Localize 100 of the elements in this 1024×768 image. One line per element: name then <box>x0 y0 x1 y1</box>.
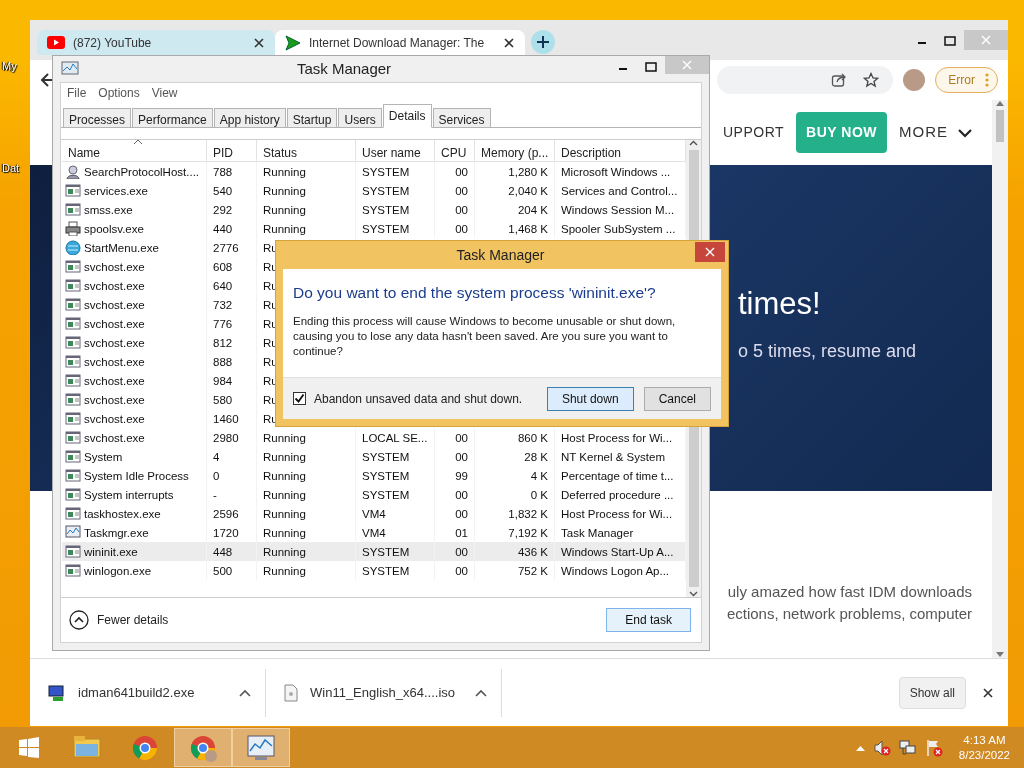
table-cell: 99 <box>435 466 475 486</box>
tab[interactable]: Services <box>432 108 491 128</box>
table-cell-text: svchost.exe <box>84 260 145 275</box>
table-cell-text: Taskmgr.exe <box>84 526 149 541</box>
table-cell: SYSTEM <box>356 447 435 467</box>
end-task-button[interactable]: End task <box>606 608 691 632</box>
hero-subtitle: o 5 times, resume and <box>738 340 918 364</box>
table-cell: 984 <box>207 371 257 391</box>
tab[interactable]: Processes <box>63 108 132 128</box>
process-row[interactable]: wininit.exe 448 Running SYSTEM 00 436 K Windows Start-Up A... <box>62 542 686 561</box>
table-cell: 732 <box>207 295 257 315</box>
process-row[interactable]: System 4 Running SYSTEM 00 28 K NT Kernel & System <box>62 447 686 466</box>
share-icon[interactable] <box>831 72 848 88</box>
process-row[interactable]: svchost.exe 2980 Running LOCAL SE... 00 860 K Host Process for Wi... <box>62 428 686 447</box>
table-cell: Running <box>257 200 356 220</box>
download-item[interactable]: Win11_English_x64....iso <box>266 668 502 717</box>
close-icon[interactable] <box>253 36 265 49</box>
checkbox[interactable] <box>293 392 306 406</box>
table-cell: SYSTEM <box>356 561 435 581</box>
process-row[interactable]: spoolsv.exe 440 Running SYSTEM 00 1,468 K Spooler SubSystem ... <box>62 219 686 238</box>
table-cell: SYSTEM <box>356 200 435 220</box>
column-header[interactable]: Name <box>62 140 207 162</box>
table-cell-text: svchost.exe <box>84 317 145 332</box>
table-cell: 888 <box>207 352 257 372</box>
star-icon[interactable] <box>863 72 880 88</box>
tab[interactable]: Startup <box>286 108 338 128</box>
table-cell-text: System <box>84 450 123 465</box>
column-header[interactable]: Status <box>257 140 356 162</box>
menu-item[interactable]: File <box>67 84 87 102</box>
profile-error-button[interactable]: Error <box>935 67 998 93</box>
avatar[interactable] <box>903 69 926 91</box>
menu-item[interactable]: View <box>151 84 178 102</box>
column-header[interactable]: CPU <box>435 140 475 162</box>
close-button[interactable] <box>695 242 725 262</box>
table-cell-text: svchost.exe <box>84 431 145 446</box>
browser-tab[interactable]: (872) YouTube <box>37 30 275 55</box>
column-header[interactable]: Memory (p... <box>475 140 555 162</box>
tab[interactable]: Performance <box>132 108 213 128</box>
dialog-button[interactable]: Shut down <box>546 386 634 411</box>
table-cell: 00 <box>435 219 475 239</box>
table-cell: Running <box>257 428 356 448</box>
table-cell: Running <box>257 542 356 562</box>
caret-up-icon[interactable] <box>475 688 487 697</box>
tab[interactable]: App history <box>213 108 286 128</box>
process-icon <box>65 221 81 236</box>
table-cell-text: System Idle Process <box>84 469 189 484</box>
download-item[interactable]: idman641build2.exe <box>30 668 266 717</box>
collapse-circle-icon[interactable] <box>69 610 89 630</box>
browser-tab[interactable]: Internet Download Manager: The <box>275 30 525 55</box>
tab[interactable]: Details <box>382 104 432 128</box>
caret-up-icon[interactable] <box>239 688 251 697</box>
table-cell: Running <box>257 504 356 524</box>
table-cell: 292 <box>207 200 257 220</box>
process-row[interactable]: System Idle Process 0 Running SYSTEM 99 4 K Percentage of time t... <box>62 466 686 485</box>
tab[interactable]: Users <box>338 108 382 128</box>
table-cell: 812 <box>207 333 257 353</box>
table-cell: Running <box>257 162 356 182</box>
close-icon[interactable] <box>982 686 994 699</box>
nav-link[interactable]: UPPORT <box>723 122 785 143</box>
file-name: idman641build2.exe <box>78 683 196 702</box>
process-row[interactable]: System interrupts - Running SYSTEM 00 0 K Deferred procedure ... <box>62 485 686 504</box>
clock-time: 4:13 AM <box>962 732 1007 748</box>
show-all-button[interactable]: Show all <box>898 676 966 709</box>
table-cell: 776 <box>207 314 257 334</box>
menu-item[interactable]: Options <box>98 84 140 102</box>
scrollbar-thumb[interactable] <box>996 110 1004 142</box>
taskbar-button[interactable] <box>232 728 290 767</box>
process-row[interactable]: winlogon.exe 500 Running SYSTEM 00 752 K Windows Logon Ap... <box>62 561 686 580</box>
fewer-details-link[interactable]: Fewer details <box>97 611 169 629</box>
table-cell: 0 <box>207 466 257 486</box>
taskbar-button[interactable] <box>174 728 232 767</box>
network-icon[interactable] <box>898 738 917 757</box>
column-header[interactable]: User name <box>356 140 435 162</box>
maximize-icon[interactable] <box>643 60 659 72</box>
table-cell-text: svchost.exe <box>84 298 145 313</box>
address-bar[interactable] <box>717 66 894 94</box>
table-cell: Running <box>257 466 356 486</box>
table-cell: 00 <box>435 561 475 581</box>
table-cell: Running <box>257 447 356 467</box>
process-row[interactable]: smss.exe 292 Running SYSTEM 00 204 K Windows Session M... <box>62 200 686 219</box>
speaker-muted-icon[interactable] <box>872 738 891 757</box>
process-row[interactable]: SearchProtocolHost.... 788 Running SYSTEM 00 1,280 K Microsoft Windows ... <box>62 162 686 181</box>
flag-icon[interactable] <box>924 738 943 757</box>
dialog-button[interactable]: Cancel <box>643 386 711 411</box>
process-row[interactable]: taskhostex.exe 2596 Running VM4 00 1,832 K Host Process for Wi... <box>62 504 686 523</box>
process-icon <box>65 335 81 350</box>
more-menu[interactable]: MORE <box>899 121 972 144</box>
maximize-icon[interactable] <box>942 34 958 46</box>
process-icon <box>65 468 81 483</box>
table-cell: SYSTEM <box>356 466 435 486</box>
close-icon <box>981 35 991 45</box>
process-icon <box>65 354 81 369</box>
table-cell: - <box>207 485 257 505</box>
scroll-down-icon <box>689 591 698 597</box>
column-header[interactable]: PID <box>207 140 257 162</box>
chevron-up-icon[interactable] <box>855 744 865 751</box>
close-icon[interactable] <box>503 36 515 49</box>
table-cell: Running <box>257 219 356 239</box>
process-row[interactable]: services.exe 540 Running SYSTEM 00 2,040 K Services and Control... <box>62 181 686 200</box>
new-tab-button[interactable] <box>531 30 555 54</box>
